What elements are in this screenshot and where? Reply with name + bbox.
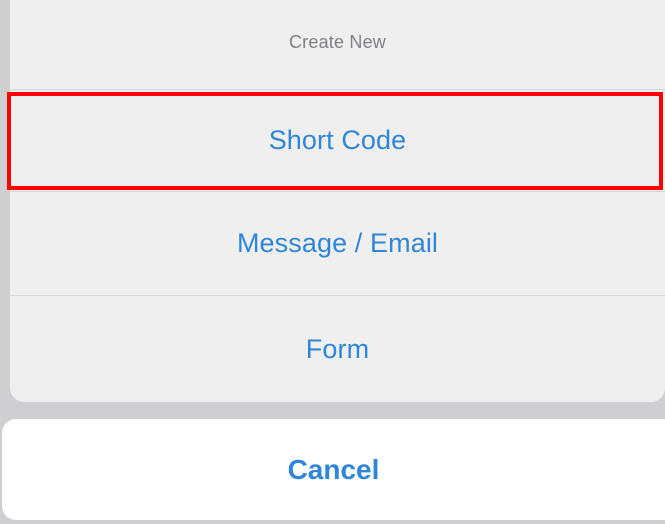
cancel-button[interactable]: Cancel	[2, 419, 665, 520]
sheet-title: Create New	[288, 32, 387, 52]
short-code-option-label: Short Code	[268, 125, 407, 155]
message-email-option[interactable]: Message / Email	[10, 192, 665, 296]
action-sheet: Create New Short Code Message / Email Fo…	[10, 0, 665, 402]
form-option[interactable]: Form	[10, 296, 665, 402]
form-option-label: Form	[305, 333, 370, 364]
sheet-header: Create New	[10, 0, 665, 90]
short-code-option[interactable]: Short Code	[10, 90, 665, 192]
screen: Create New Short Code Message / Email Fo…	[0, 0, 665, 524]
message-email-option-label: Message / Email	[236, 228, 439, 258]
cancel-label: Cancel	[287, 453, 380, 485]
